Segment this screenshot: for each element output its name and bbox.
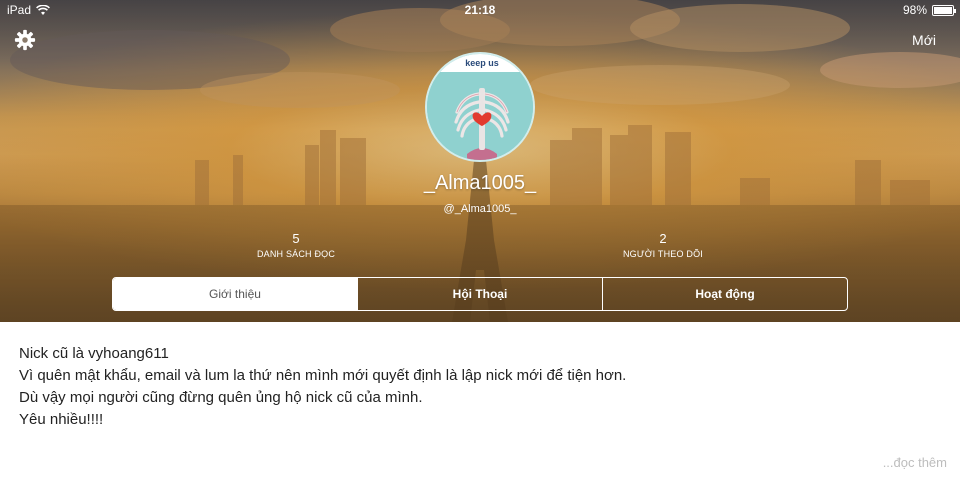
avatar-caption: keep us (465, 58, 499, 68)
followers-count: 2 (659, 231, 667, 246)
avatar[interactable]: keep us (425, 52, 535, 162)
read-more-link[interactable]: ...đọc thêm (883, 455, 947, 470)
followers-stat[interactable]: 2 NGƯỜI THEO DÕI (563, 231, 763, 259)
bio-text: Nick cũ là vyhoang611 Vì quên mật khẩu, … (19, 343, 939, 431)
bio-line: Vì quên mật khẩu, email và lum la thứ nê… (19, 367, 627, 384)
bio-line: Yêu nhiều!!!! (19, 411, 104, 428)
reading-lists-label: DANH SÁCH ĐỌC (256, 249, 336, 259)
profile-tabs: Giới thiệu Hội Thoại Hoạt động (112, 277, 848, 311)
reading-lists-count: 5 (292, 231, 300, 246)
tab-activity[interactable]: Hoạt động (602, 278, 847, 310)
username-handle: @_Alma1005_ (443, 203, 517, 215)
new-button[interactable]: Mới (912, 32, 936, 48)
tab-about[interactable]: Giới thiệu (113, 278, 357, 310)
bio-line: Nick cũ là vyhoang611 (19, 345, 169, 362)
ribcage-heart-image: keep us (427, 54, 533, 160)
gear-icon[interactable] (14, 29, 36, 51)
status-bar: iPad 21:18 98% (0, 0, 960, 20)
followers-label: NGƯỜI THEO DÕI (622, 249, 704, 259)
reading-lists-stat[interactable]: 5 DANH SÁCH ĐỌC (196, 231, 396, 259)
tab-conversations[interactable]: Hội Thoại (357, 278, 602, 310)
display-name: _Alma1005_ (423, 172, 537, 194)
battery-percent: 98% (902, 3, 927, 17)
status-time: 21:18 (464, 3, 496, 17)
battery-icon (932, 4, 956, 16)
bio-line: Dù vậy mọi người cũng đừng quên ủng hộ n… (19, 389, 423, 406)
